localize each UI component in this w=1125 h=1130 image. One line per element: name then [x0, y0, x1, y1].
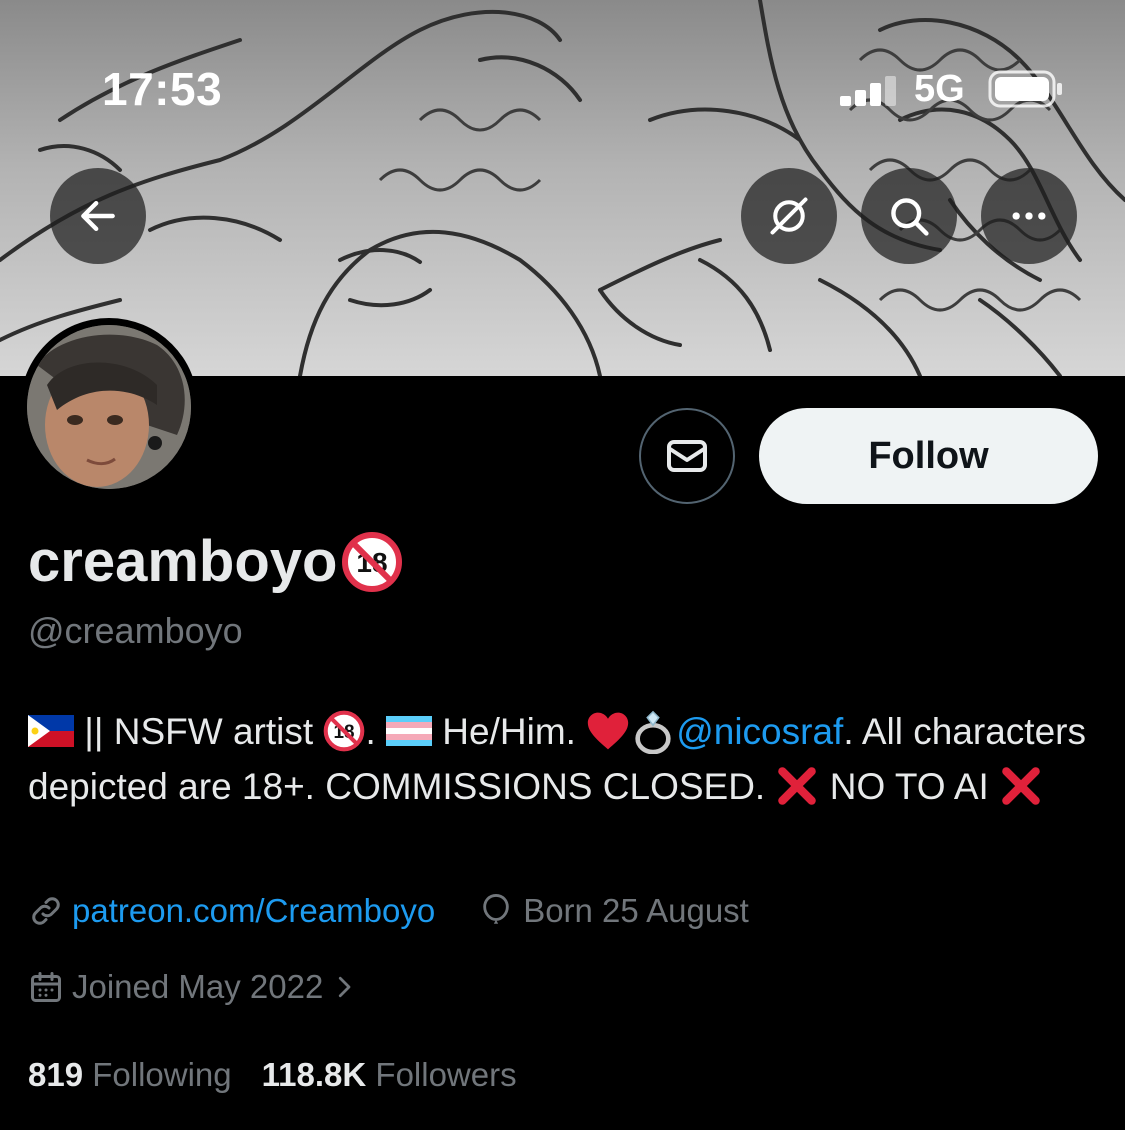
chevron-right-icon: [339, 976, 351, 998]
status-time: 17:53: [102, 63, 223, 115]
followers-label: Followers: [375, 1056, 517, 1093]
joined-text: Joined May 2022: [72, 968, 324, 1005]
website-link[interactable]: patreon.com/Creamboyo: [72, 892, 435, 930]
bio: || NSFW artist 18 . He/Him. @nicosraf. A…: [28, 704, 1088, 814]
ring-icon: [635, 710, 671, 755]
followers-count: 118.8K: [261, 1056, 367, 1093]
arrow-left-icon: [81, 200, 115, 232]
display-name-text: creamboyo: [28, 529, 338, 594]
battery-icon: [988, 70, 1062, 108]
display-name: creamboyo 18: [28, 528, 403, 595]
cellular-signal-icon: [840, 76, 896, 106]
follow-button[interactable]: Follow: [759, 408, 1098, 504]
more-button[interactable]: [981, 168, 1077, 264]
back-button[interactable]: [50, 168, 146, 264]
grok-icon: [770, 197, 808, 235]
no-under-18-icon: 18: [342, 531, 403, 592]
network-type: 5G: [914, 68, 965, 110]
cross-mark-icon: [778, 767, 817, 806]
balloon-icon: [483, 893, 509, 924]
following-link[interactable]: 819 Following: [28, 1056, 232, 1094]
search-button[interactable]: [861, 168, 957, 264]
following-label: Following: [92, 1056, 232, 1093]
mention-link[interactable]: @nicosraf: [676, 711, 843, 752]
followers-link[interactable]: 118.8K Followers: [262, 1056, 517, 1094]
joined-row[interactable]: Joined May 2022: [28, 968, 359, 1006]
no-under-18-icon: 18: [324, 710, 365, 752]
red-heart-icon: [588, 712, 629, 750]
cross-mark-icon: [1002, 767, 1040, 806]
link-icon: [32, 897, 60, 925]
avatar-image: [27, 325, 191, 489]
following-count: 819: [28, 1056, 84, 1093]
more-icon: [1012, 212, 1046, 220]
envelope-icon: [667, 440, 707, 472]
philippines-flag-icon: [28, 715, 74, 748]
follow-stats: 819 Following 118.8K Followers: [28, 1056, 517, 1094]
birthday-text: Born 25 August: [523, 892, 749, 929]
profile-meta: patreon.com/Creamboyo Born 25 August: [28, 892, 749, 930]
avatar[interactable]: [20, 318, 198, 496]
handle: @creamboyo: [28, 610, 243, 651]
message-button[interactable]: [639, 408, 735, 504]
calendar-icon: [31, 972, 61, 1002]
search-icon: [891, 198, 929, 236]
grok-button[interactable]: [741, 168, 837, 264]
banner-artwork: [0, 0, 1125, 376]
profile-banner[interactable]: [0, 0, 1125, 376]
transgender-flag-icon: [386, 716, 433, 747]
